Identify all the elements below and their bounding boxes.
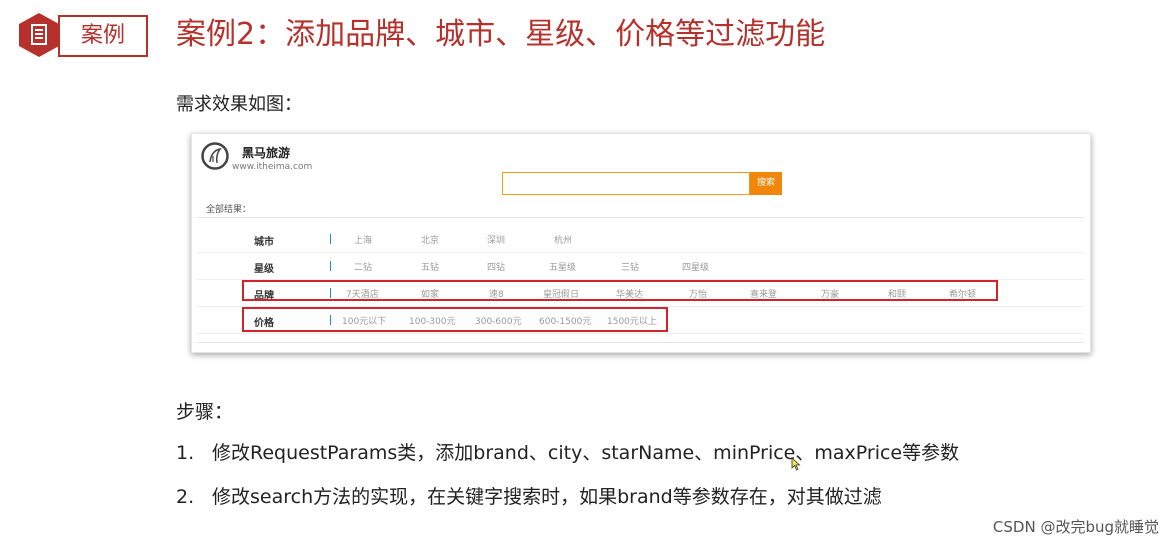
logo-url: www.itheima.com xyxy=(232,162,313,172)
step-text: 修改search方法的实现，在关键字搜索时，如果brand等参数存在，对其做过滤 xyxy=(212,486,882,508)
brand-highlight-box xyxy=(242,280,998,301)
filter-option[interactable]: 上海 xyxy=(354,233,372,246)
filter-option[interactable]: 五钻 xyxy=(421,260,439,273)
filter-divider xyxy=(330,261,331,271)
step-item: 2. 修改search方法的实现，在关键字搜索时，如果brand等参数存在，对其做… xyxy=(176,482,882,509)
logo-name: 黑马旅游 xyxy=(242,146,291,160)
search-button[interactable]: 搜索 xyxy=(750,172,782,195)
intro-text: 需求效果如图： xyxy=(176,94,302,115)
filter-option[interactable]: 五星级 xyxy=(549,260,576,273)
filter-label: 星级 xyxy=(254,264,274,275)
watermark: CSDN @改完bug就睡觉 xyxy=(992,518,1159,536)
price-highlight-box xyxy=(242,307,668,332)
all-results-label: 全部结果： xyxy=(206,205,252,215)
step-number: 1. xyxy=(176,442,195,464)
filter-option[interactable]: 杭州 xyxy=(554,233,572,246)
step-item: 1. 修改RequestParams类，添加brand、city、starName… xyxy=(176,438,959,465)
filter-label: 城市 xyxy=(254,237,274,248)
step-text: 修改RequestParams类，添加brand、city、starName、m… xyxy=(212,442,960,464)
demo-screenshot: 黑马旅游 www.itheima.com 搜索 全部结果： 城市 上海 北京 深… xyxy=(191,133,1091,353)
page-title: 案例2：添加品牌、城市、星级、价格等过滤功能 xyxy=(176,17,826,52)
step-number: 2. xyxy=(176,486,195,508)
filter-option[interactable]: 北京 xyxy=(421,233,439,246)
case-badge: 案例 xyxy=(16,12,148,58)
filter-option[interactable]: 四钻 xyxy=(487,260,505,273)
document-icon xyxy=(19,13,59,57)
filter-option[interactable]: 四星级 xyxy=(682,260,709,273)
badge-label: 案例 xyxy=(58,15,148,57)
steps-title: 步骤： xyxy=(176,401,234,423)
filter-row-city: 城市 上海 北京 深圳 杭州 xyxy=(197,226,1084,253)
filter-divider xyxy=(330,234,331,244)
mouse-cursor-icon xyxy=(791,457,801,471)
logo-icon xyxy=(201,142,229,170)
filter-row-star: 星级 二钻 五钻 四钻 五星级 三钻 四星级 xyxy=(197,253,1084,280)
filter-option[interactable]: 三钻 xyxy=(621,260,639,273)
filter-option[interactable]: 二钻 xyxy=(354,260,372,273)
filter-option[interactable]: 深圳 xyxy=(487,233,505,246)
search-input[interactable] xyxy=(502,172,750,195)
